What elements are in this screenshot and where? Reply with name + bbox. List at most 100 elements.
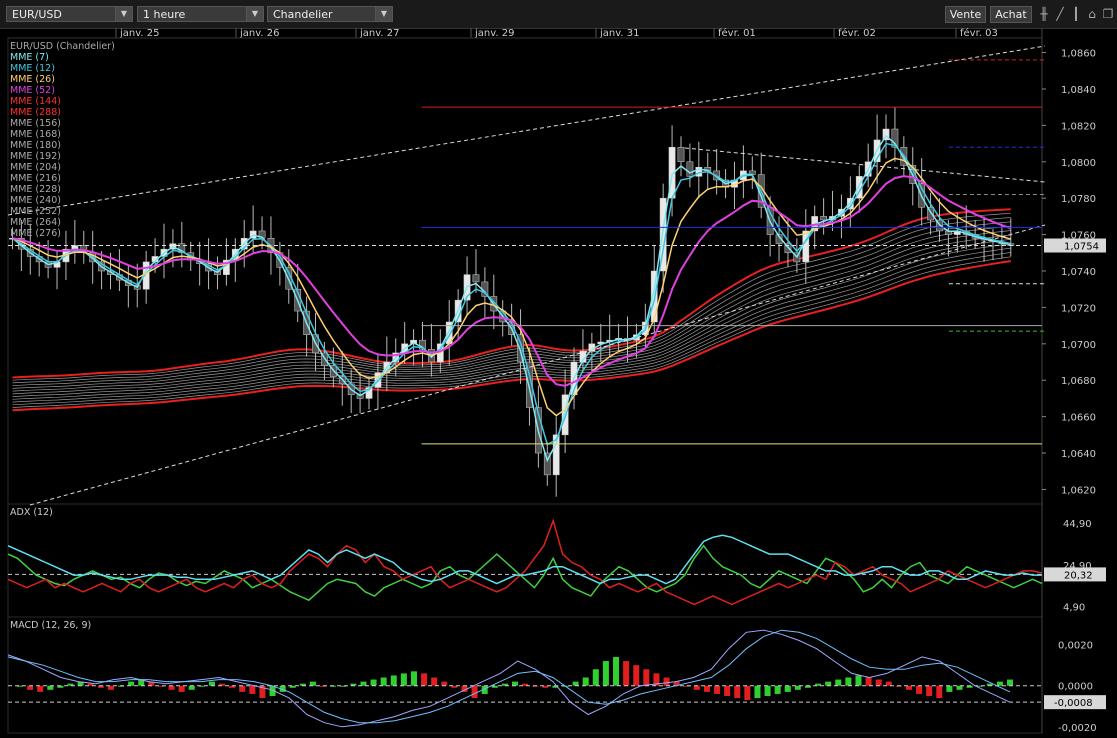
macd-histogram-bar: [784, 685, 791, 692]
macd-histogram-bar: [27, 685, 34, 690]
macd-histogram-bar: [421, 673, 428, 686]
x-tick-label: janv. 31: [599, 28, 639, 39]
adx-minus-di-line: [7, 518, 1043, 606]
macd-histogram-bar: [643, 669, 650, 686]
y-tick-label: 1,0740: [1061, 267, 1096, 278]
pane-frame: [7, 616, 1043, 734]
macd-histogram-bar: [471, 685, 478, 699]
x-tick-label: févr. 01: [718, 27, 756, 39]
macd-histogram-bar: [431, 677, 438, 686]
macd-histogram-bar: [47, 685, 54, 690]
x-tick-label: janv. 29: [474, 28, 514, 39]
adx-value-label: 20,32: [1064, 570, 1093, 581]
macd-histogram-bar: [107, 685, 114, 690]
adx-y-tick-label: 4,90: [1063, 603, 1085, 614]
legend-entry: MME (156): [10, 118, 61, 129]
x-tick-label: févr. 03: [960, 27, 998, 39]
macd-histogram-bar: [855, 675, 862, 686]
chart-canvas[interactable]: janv. 25 janv. 26 janv. 27 janv. 29 janv. 31…: [0, 0, 1117, 738]
macd-histogram-bar: [724, 685, 731, 696]
macd-histogram-bar: [623, 661, 630, 686]
macd-histogram-bar: [441, 681, 448, 686]
macd-histogram-bar: [1007, 679, 1013, 686]
candle-body: [820, 216, 827, 221]
macd-histogram-bar: [996, 681, 1003, 686]
macd-value-label: -0,0008: [1054, 698, 1093, 709]
macd-y-tick-label: -0,0020: [1058, 723, 1097, 734]
legend-entry: MME (276): [10, 228, 61, 239]
macd-histogram-bar: [602, 661, 609, 686]
macd-histogram-bar: [239, 685, 246, 692]
legend-entry: MME (288): [10, 107, 61, 118]
y-tick-label: 1,0680: [1061, 376, 1096, 387]
y-tick-label: 1,0720: [1061, 303, 1096, 314]
macd-histogram-bar: [754, 685, 761, 699]
macd-histogram-bar: [582, 677, 589, 686]
x-tick-label: janv. 26: [239, 28, 279, 39]
y-tick-label: 1,0800: [1061, 158, 1096, 169]
adx-plus-di-line: [7, 544, 1043, 602]
candle-body: [677, 146, 685, 163]
main-legend: EUR/USD (Chandelier) MME (7) MME (12) MME …: [10, 41, 115, 239]
legend-entry: MME (7): [10, 52, 49, 63]
macd-title: MACD (12, 26, 9): [10, 620, 92, 631]
candle-body: [472, 274, 480, 283]
macd-histogram-bar: [613, 656, 620, 686]
legend-entry: MME (204): [10, 162, 61, 173]
legend-entry: MME (168): [10, 129, 61, 140]
macd-histogram-bar: [845, 677, 852, 686]
candle-body: [686, 161, 694, 177]
y-tick-label: 1,0780: [1061, 194, 1096, 205]
upper-trendline: [7, 45, 1046, 216]
macd-histogram-bar: [249, 685, 256, 694]
macd-histogram-bar: [178, 685, 185, 692]
macd-histogram-bar: [774, 685, 781, 694]
macd-histogram-bar: [825, 681, 832, 686]
pane-frame: [7, 503, 1043, 618]
macd-histogram-bar: [188, 685, 195, 690]
y-tick-label: 1,0660: [1061, 413, 1096, 424]
pane-frame: [7, 37, 1043, 505]
macd-histogram-bar: [916, 685, 923, 694]
macd-histogram-bar: [168, 685, 175, 690]
macd-y-tick-label: 0,0020: [1058, 641, 1093, 652]
macd-histogram-bar: [410, 671, 417, 686]
y-tick-label: 1,0620: [1061, 485, 1096, 496]
macd-histogram-bar: [390, 675, 397, 686]
y-tick-label: 1,0840: [1061, 85, 1096, 96]
legend-entry: MME (192): [10, 151, 61, 162]
macd-histogram-bar: [309, 681, 316, 686]
legend-entry: MME (12): [10, 63, 55, 74]
macd-histogram-bar: [905, 685, 912, 690]
y-tick-label: 1,0820: [1061, 121, 1096, 132]
macd-histogram-bar: [744, 685, 751, 701]
macd-histogram-bar: [714, 685, 721, 694]
macd-histogram-bar: [37, 685, 44, 692]
legend-entry: MME (240): [10, 195, 61, 206]
macd-histogram-bar: [128, 681, 135, 686]
adx-y-tick-label: 44,90: [1063, 519, 1092, 530]
macd-histogram-bar: [865, 677, 872, 686]
macd-histogram-bar: [875, 679, 882, 686]
y-tick-label: 1,0700: [1061, 340, 1096, 351]
macd-histogram-bar: [572, 681, 579, 686]
macd-histogram-bar: [400, 673, 407, 686]
macd-histogram-bar: [592, 669, 599, 686]
macd-histogram-bar: [794, 685, 801, 690]
macd-histogram-bar: [885, 681, 892, 686]
adx-line: [7, 534, 1042, 585]
macd-histogram-bar: [512, 681, 518, 686]
macd-histogram-bar: [956, 685, 963, 690]
legend-entry: MME (26): [10, 74, 55, 85]
macd-histogram-bar: [703, 685, 710, 692]
macd-histogram-bar: [370, 679, 377, 686]
main-chart-title: EUR/USD (Chandelier): [10, 41, 115, 52]
macd-histogram-bar: [663, 677, 670, 686]
macd-histogram-bar: [208, 681, 215, 686]
macd-histogram-bar: [380, 677, 387, 686]
x-tick-label: févr. 02: [838, 27, 876, 39]
macd-histogram-bar: [633, 665, 640, 686]
x-tick-label: janv. 27: [359, 28, 399, 39]
legend-entry: MME (52): [10, 85, 55, 96]
legend-entry: MME (228): [10, 184, 61, 195]
